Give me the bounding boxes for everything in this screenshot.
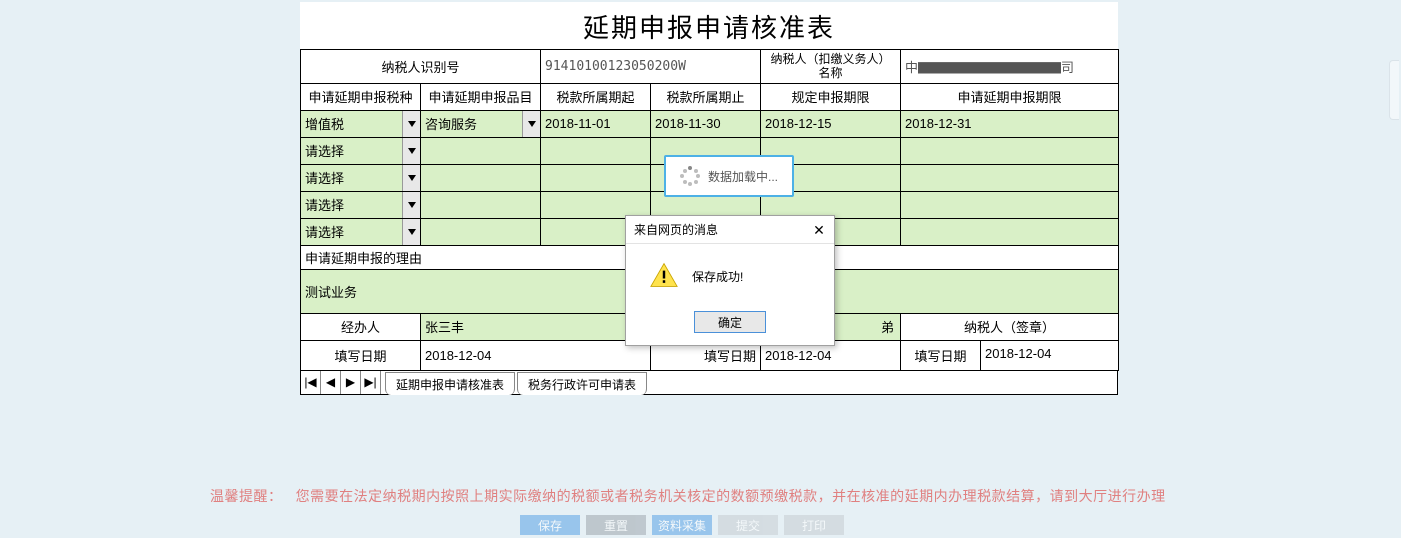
- col-period-to: 税款所属期止: [651, 83, 761, 110]
- loading-text: 数据加载中...: [708, 168, 778, 185]
- tax-item-select[interactable]: 咨询服务: [421, 110, 541, 137]
- nav-last-icon[interactable]: ▶|: [361, 371, 381, 394]
- handler-label: 经办人: [301, 313, 421, 340]
- col-period-from: 税款所属期起: [541, 83, 651, 110]
- alert-dialog: 来自网页的消息 ✕ 保存成功! 确定: [625, 215, 835, 346]
- taxpayer-id-label: 纳税人识别号: [301, 50, 541, 84]
- col-ext: 申请延期申报期限: [901, 83, 1119, 110]
- ext-date[interactable]: 2018-12-31: [901, 110, 1119, 137]
- chevron-down-icon[interactable]: [402, 138, 420, 164]
- nav-next-icon[interactable]: ▶: [341, 371, 361, 394]
- chevron-down-icon[interactable]: [402, 165, 420, 191]
- date-value-3: 2018-12-04: [981, 341, 1118, 370]
- action-buttons: 保存 重置 资料采集 提交 打印: [520, 515, 844, 535]
- warm-tip: 温馨提醒： 您需要在法定纳税期内按照上期实际缴纳的税额或者税务机关核定的数额预缴…: [210, 486, 1166, 506]
- chevron-down-icon[interactable]: [522, 111, 540, 137]
- close-icon[interactable]: ✕: [812, 223, 826, 237]
- collect-button[interactable]: 资料采集: [652, 515, 712, 535]
- due-date[interactable]: 2018-12-15: [761, 110, 901, 137]
- handler-value[interactable]: 张三丰: [421, 313, 651, 340]
- dialog-title: 来自网页的消息: [634, 221, 718, 238]
- form-title: 延期申报申请核准表: [300, 2, 1118, 49]
- col-tax-item: 申请延期申报品目: [421, 83, 541, 110]
- tax-type-select[interactable]: 请选择: [301, 164, 421, 191]
- tip-text: 您需要在法定纳税期内按照上期实际缴纳的税额或者税务机关核定的数额预缴税款，并在核…: [296, 488, 1166, 504]
- side-panel-handle[interactable]: [1389, 60, 1399, 120]
- col-tax-type: 申请延期申报税种: [301, 83, 421, 110]
- print-button[interactable]: 打印: [784, 515, 844, 535]
- nav-first-icon[interactable]: |◀: [301, 371, 321, 394]
- taxpayer-name-label: 纳税人（扣缴义务人）名称: [761, 50, 901, 84]
- warning-icon: [650, 262, 678, 291]
- sheet-navbar: |◀ ◀ ▶ ▶| 延期申报申请核准表 税务行政许可申请表: [300, 371, 1118, 395]
- date-value-1: 2018-12-04: [421, 340, 651, 370]
- submit-button[interactable]: 提交: [718, 515, 778, 535]
- col-due: 规定申报期限: [761, 83, 901, 110]
- reset-button[interactable]: 重置: [586, 515, 646, 535]
- date-label-3: 填写日期: [901, 341, 981, 370]
- chevron-down-icon[interactable]: [402, 219, 420, 245]
- chevron-down-icon[interactable]: [402, 192, 420, 218]
- period-to[interactable]: 2018-11-30: [651, 110, 761, 137]
- table-row: 增值税 咨询服务 2018-11-01 2018-11-30 2018-12-1…: [301, 110, 1119, 137]
- tax-type-select[interactable]: 请选择: [301, 137, 421, 164]
- nav-prev-icon[interactable]: ◀: [321, 371, 341, 394]
- tax-type-select[interactable]: 请选择: [301, 218, 421, 245]
- sheet-tab-approval[interactable]: 延期申报申请核准表: [385, 372, 515, 395]
- ok-button[interactable]: 确定: [694, 311, 766, 333]
- tax-type-select[interactable]: 增值税: [301, 110, 421, 137]
- spinner-icon: [680, 166, 700, 186]
- period-from[interactable]: 2018-11-01: [541, 110, 651, 137]
- dialog-message: 保存成功!: [692, 268, 743, 285]
- taxpayer-name-value: 中▇▇▇▇▇▇▇▇▇▇▇司: [901, 50, 1119, 84]
- sheet-tab-permit[interactable]: 税务行政许可申请表: [517, 372, 647, 395]
- tip-label: 温馨提醒：: [210, 488, 283, 504]
- tax-item-cell[interactable]: [421, 137, 541, 164]
- date-label-1: 填写日期: [301, 340, 421, 370]
- taxpayer-id-value: 91410100123050200W: [541, 50, 761, 84]
- tax-type-select[interactable]: 请选择: [301, 191, 421, 218]
- signer-label: 纳税人（签章）: [901, 313, 1119, 340]
- chevron-down-icon[interactable]: [402, 111, 420, 137]
- save-button[interactable]: 保存: [520, 515, 580, 535]
- loading-indicator: 数据加载中...: [664, 155, 794, 197]
